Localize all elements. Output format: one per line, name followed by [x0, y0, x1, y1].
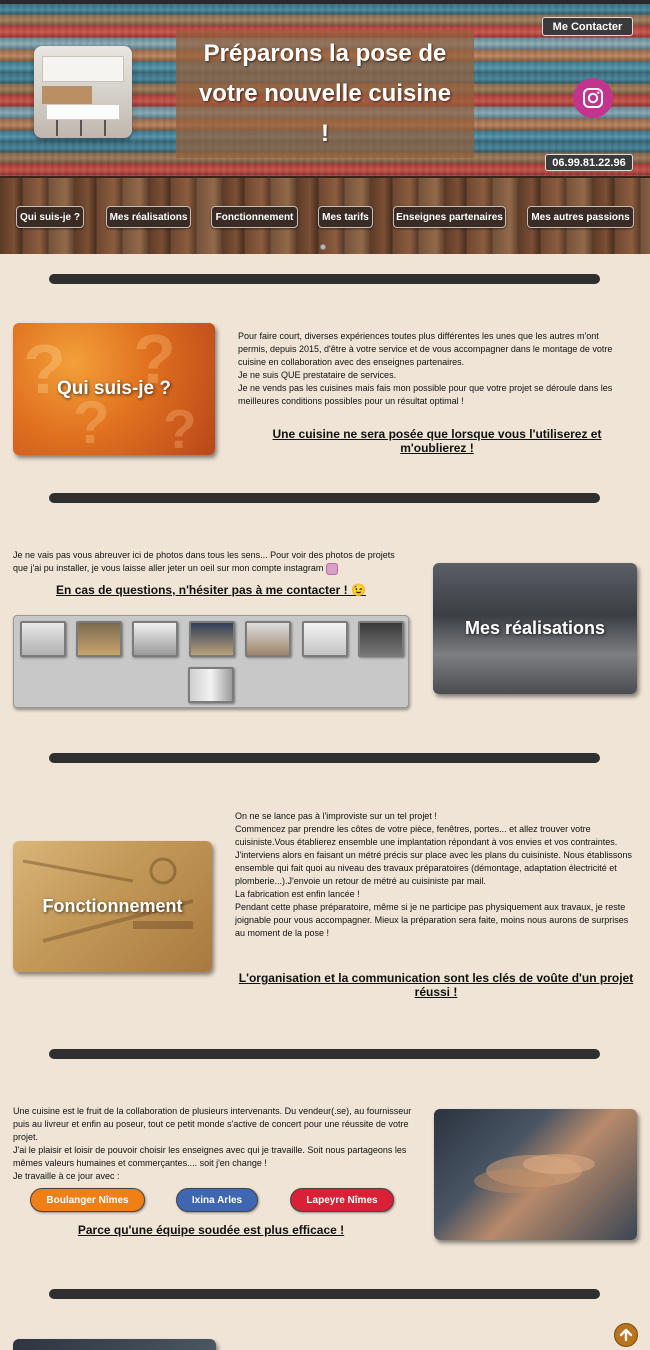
main-nav: Qui suis-je ? Mes réalisations Fonctionn… [0, 176, 650, 254]
fonctionnement-tagline: L'organisation et la communication sont … [238, 971, 634, 999]
section-divider [49, 493, 600, 503]
realisations-text: Je ne vais pas vous abreuver ici de phot… [13, 550, 395, 575]
fonctionnement-card[interactable]: Fonctionnement [13, 841, 212, 972]
section-divider [49, 274, 600, 284]
partner-button-lapeyre[interactable]: Lapeyre Nîmes [290, 1188, 394, 1212]
enseignes-text: Une cuisine est le fruit de la collabora… [13, 1106, 412, 1181]
instagram-icon[interactable] [573, 78, 613, 118]
partner-button-boulanger[interactable]: Boulanger Nîmes [30, 1188, 145, 1212]
gallery-thumb[interactable] [302, 621, 348, 657]
qui-text: Pour faire court, diverses expériences t… [238, 331, 613, 406]
qui-card-title: Qui suis-je ? [56, 378, 172, 399]
fonctionnement-card-title: Fonctionnement [42, 896, 183, 916]
gallery-thumb[interactable] [76, 621, 122, 657]
section-divider [49, 1289, 600, 1299]
nav-item-enseignes[interactable]: Enseignes partenaires [393, 206, 506, 228]
fonctionnement-text: On ne se lance pas à l'improviste sur un… [235, 811, 632, 938]
partner-button-ixina[interactable]: Ixina Arles [176, 1188, 258, 1212]
enseignes-tagline: Parce qu'une équipe soudée est plus effi… [77, 1223, 345, 1237]
site-title: Préparons la pose de votre nouvelle cuis… [198, 40, 452, 147]
qui-card[interactable]: ? ? ? ? Qui suis-je ? [13, 323, 215, 455]
realisations-card-title: Mes réalisations [464, 618, 606, 638]
site-title-box: Préparons la pose de votre nouvelle cuis… [176, 30, 474, 158]
realisations-card[interactable]: Mes réalisations [433, 563, 637, 694]
qui-tagline: Une cuisine ne sera posée que lorsque vo… [272, 427, 602, 455]
nav-item-fonctionnement[interactable]: Fonctionnement [211, 206, 298, 228]
gallery-thumb[interactable] [189, 621, 235, 657]
nav-item-realisations[interactable]: Mes réalisations [106, 206, 191, 228]
nav-item-tarifs[interactable]: Mes tarifs [318, 206, 373, 228]
header-banner: Préparons la pose de votre nouvelle cuis… [0, 4, 650, 176]
contact-button[interactable]: Me Contacter [542, 17, 633, 36]
section-divider [49, 753, 600, 763]
photo-gallery [13, 615, 409, 708]
header-kitchen-image [34, 46, 132, 138]
section-divider [49, 1049, 600, 1059]
gallery-thumb[interactable] [188, 667, 234, 703]
phone-number[interactable]: 06.99.81.22.96 [545, 154, 633, 171]
arrow-up-icon[interactable] [614, 1323, 638, 1347]
nav-item-qui[interactable]: Qui suis-je ? [16, 206, 84, 228]
gallery-thumb[interactable] [245, 621, 291, 657]
gallery-thumb[interactable] [132, 621, 178, 657]
gallery-thumb[interactable] [20, 621, 66, 657]
nav-item-passions[interactable]: Mes autres passions [527, 206, 634, 228]
gallery-thumb[interactable] [358, 621, 404, 657]
svg-text:?: ? [163, 398, 197, 455]
enseignes-teamwork-image [434, 1109, 637, 1240]
instagram-icon[interactable] [325, 562, 338, 575]
nav-indicator-dot [320, 244, 326, 250]
realisations-tagline: En cas de questions, n'hésiter pas à me … [56, 583, 366, 597]
next-section-card[interactable] [13, 1339, 216, 1350]
